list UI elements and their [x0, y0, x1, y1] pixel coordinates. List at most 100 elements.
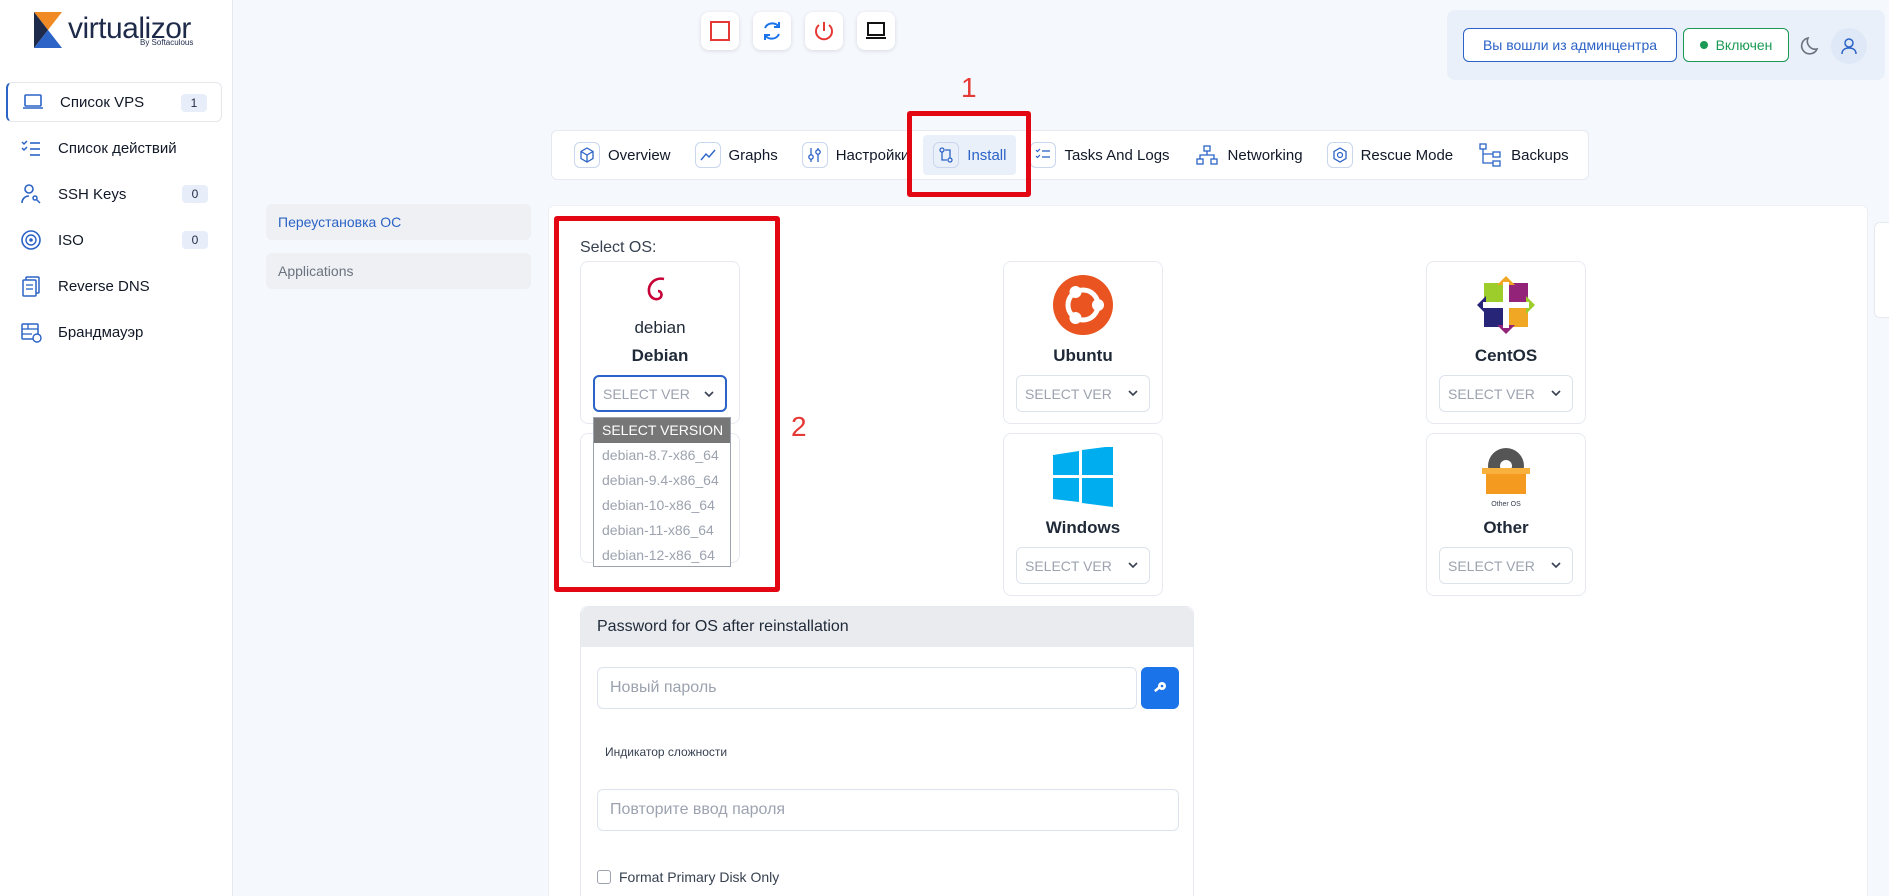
checklist-icon — [20, 137, 42, 159]
restart-button[interactable] — [753, 12, 791, 50]
count-badge: 1 — [181, 94, 207, 112]
console-button[interactable] — [857, 12, 895, 50]
power-button[interactable] — [805, 12, 843, 50]
sidebar-item-firewall[interactable]: Брандмауэр — [6, 312, 222, 352]
tab-rescue-mode[interactable]: Rescue Mode — [1317, 135, 1464, 175]
tab-settings[interactable]: Настройки — [792, 135, 920, 175]
laptop-icon — [22, 91, 44, 113]
generate-password-button[interactable] — [1141, 667, 1179, 709]
version-select-value: SELECT VER — [1025, 385, 1112, 402]
tab-label: Rescue Mode — [1360, 146, 1454, 164]
other-version-select[interactable]: SELECT VER — [1439, 547, 1573, 584]
admin-session-button[interactable]: Вы вошли из админцентра — [1463, 28, 1677, 62]
sidebar-item-label: Список VPS — [60, 93, 145, 111]
tab-backups[interactable]: Backups — [1467, 135, 1579, 175]
tab-graphs[interactable]: Graphs — [685, 135, 788, 175]
os-card-centos[interactable]: CentOS SELECT VER — [1426, 261, 1586, 424]
vps-tabs: Overview Graphs Настройки Install Tasks … — [551, 130, 1589, 180]
centos-logo-icon — [1473, 272, 1539, 338]
new-password-input[interactable]: Новый пароль — [597, 667, 1137, 709]
format-primary-disk-row[interactable]: Format Primary Disk Only — [597, 869, 779, 885]
centos-version-select[interactable]: SELECT VER — [1439, 375, 1573, 412]
os-name: CentOS — [1474, 346, 1538, 365]
restart-icon — [764, 22, 780, 40]
status-label: Включен — [1715, 37, 1773, 53]
brand-sub: By Softaculous — [140, 38, 194, 47]
tab-label: Настройки — [835, 146, 910, 164]
ubuntu-version-select[interactable]: SELECT VER — [1016, 375, 1150, 412]
disc-icon — [20, 229, 42, 251]
count-badge: 0 — [182, 185, 208, 203]
chevron-down-icon — [1128, 562, 1138, 569]
console-icon — [866, 22, 886, 39]
rescue-box-icon — [1326, 142, 1353, 168]
version-select-value: SELECT VER — [1448, 557, 1535, 574]
firewall-icon — [20, 321, 42, 343]
annotation-label-2: 2 — [791, 411, 807, 442]
side-collapse-tab[interactable] — [1874, 222, 1889, 318]
tab-label: Backups — [1511, 146, 1569, 164]
vps-status-button[interactable]: Включен — [1683, 28, 1789, 62]
format-disk-checkbox[interactable] — [597, 870, 611, 884]
os-name: Ubuntu — [1053, 346, 1113, 365]
repeat-password-input[interactable]: Повторите ввод пароля — [597, 789, 1179, 831]
sidebar-item-label: SSH Keys — [58, 185, 127, 203]
sidebar-item-label: Список действий — [58, 139, 177, 157]
user-icon — [1841, 38, 1857, 55]
sidebar-item-actions[interactable]: Список действий — [6, 128, 222, 168]
os-name: Windows — [1045, 518, 1121, 537]
sidebar-item-iso[interactable]: ISO 0 — [6, 220, 222, 260]
submenu-applications[interactable]: Applications — [266, 253, 531, 289]
tab-overview[interactable]: Overview — [564, 135, 681, 175]
sidebar-item-reverse-dns[interactable]: Reverse DNS — [6, 266, 222, 306]
tab-label: Tasks And Logs — [1064, 146, 1170, 164]
tab-networking[interactable]: Networking — [1184, 135, 1313, 175]
tab-tasks-logs[interactable]: Tasks And Logs — [1020, 135, 1179, 175]
os-card-windows[interactable]: Windows SELECT VER — [1003, 433, 1163, 596]
version-select-value: SELECT VER — [1448, 385, 1535, 402]
key-icon — [1154, 682, 1166, 693]
annotation-label-1: 1 — [961, 72, 977, 103]
strength-meter-label: Индикатор сложности — [605, 745, 728, 759]
cube-icon — [574, 142, 600, 168]
sidebar: virtualizor By Softaculous Список VPS 1 … — [0, 0, 233, 896]
os-card-ubuntu[interactable]: Ubuntu SELECT VER — [1003, 261, 1163, 424]
user-avatar[interactable] — [1831, 28, 1867, 64]
sidebar-item-label: ISO — [58, 231, 84, 249]
sidebar-item-vps-list[interactable]: Список VPS 1 — [6, 82, 222, 122]
windows-logo-icon — [1050, 444, 1116, 510]
windows-version-select[interactable]: SELECT VER — [1016, 547, 1150, 584]
format-disk-label: Format Primary Disk Only — [619, 869, 780, 885]
submenu-reinstall-os[interactable]: Переустановка ОС — [266, 204, 531, 240]
other-os-wordmark: Other OS — [1491, 501, 1521, 508]
install-submenu: Переустановка ОС Applications — [266, 204, 531, 302]
password-card: Password for OS after reinstallation Нов… — [580, 606, 1194, 896]
power-icon — [815, 22, 833, 41]
sidebar-nav: Список VPS 1 Список действий SSH Keys 0 … — [6, 82, 222, 358]
user-key-icon — [20, 183, 42, 205]
virtualizor-mark-icon — [34, 12, 62, 48]
sliders-icon — [801, 142, 828, 168]
line-chart-icon — [694, 142, 721, 168]
dns-docs-icon — [20, 275, 42, 297]
status-dot-icon — [1699, 41, 1708, 49]
other-os-icon: Other OS — [1473, 444, 1539, 510]
moon-icon[interactable] — [1799, 34, 1823, 58]
sidebar-item-ssh-keys[interactable]: SSH Keys 0 — [6, 174, 222, 214]
chevron-down-icon — [1551, 390, 1561, 397]
count-badge: 0 — [182, 231, 208, 249]
stop-button[interactable] — [701, 12, 739, 50]
backup-tree-icon — [1477, 142, 1503, 168]
tab-label: Overview — [608, 146, 671, 164]
network-icon — [1194, 142, 1220, 168]
tab-label: Graphs — [728, 146, 778, 164]
sidebar-item-label: Брандмауэр — [58, 323, 144, 341]
os-card-other[interactable]: Other OS Other SELECT VER — [1426, 433, 1586, 596]
header-user-panel: Вы вошли из админцентра Включен — [1447, 10, 1885, 80]
sidebar-item-label: Reverse DNS — [58, 277, 150, 295]
password-heading: Password for OS after reinstallation — [581, 607, 1193, 647]
chevron-down-icon — [1128, 390, 1138, 397]
virtualizor-logo[interactable]: virtualizor By Softaculous — [34, 12, 204, 52]
annotation-box-install — [907, 111, 1031, 197]
os-name: Other — [1483, 518, 1529, 537]
